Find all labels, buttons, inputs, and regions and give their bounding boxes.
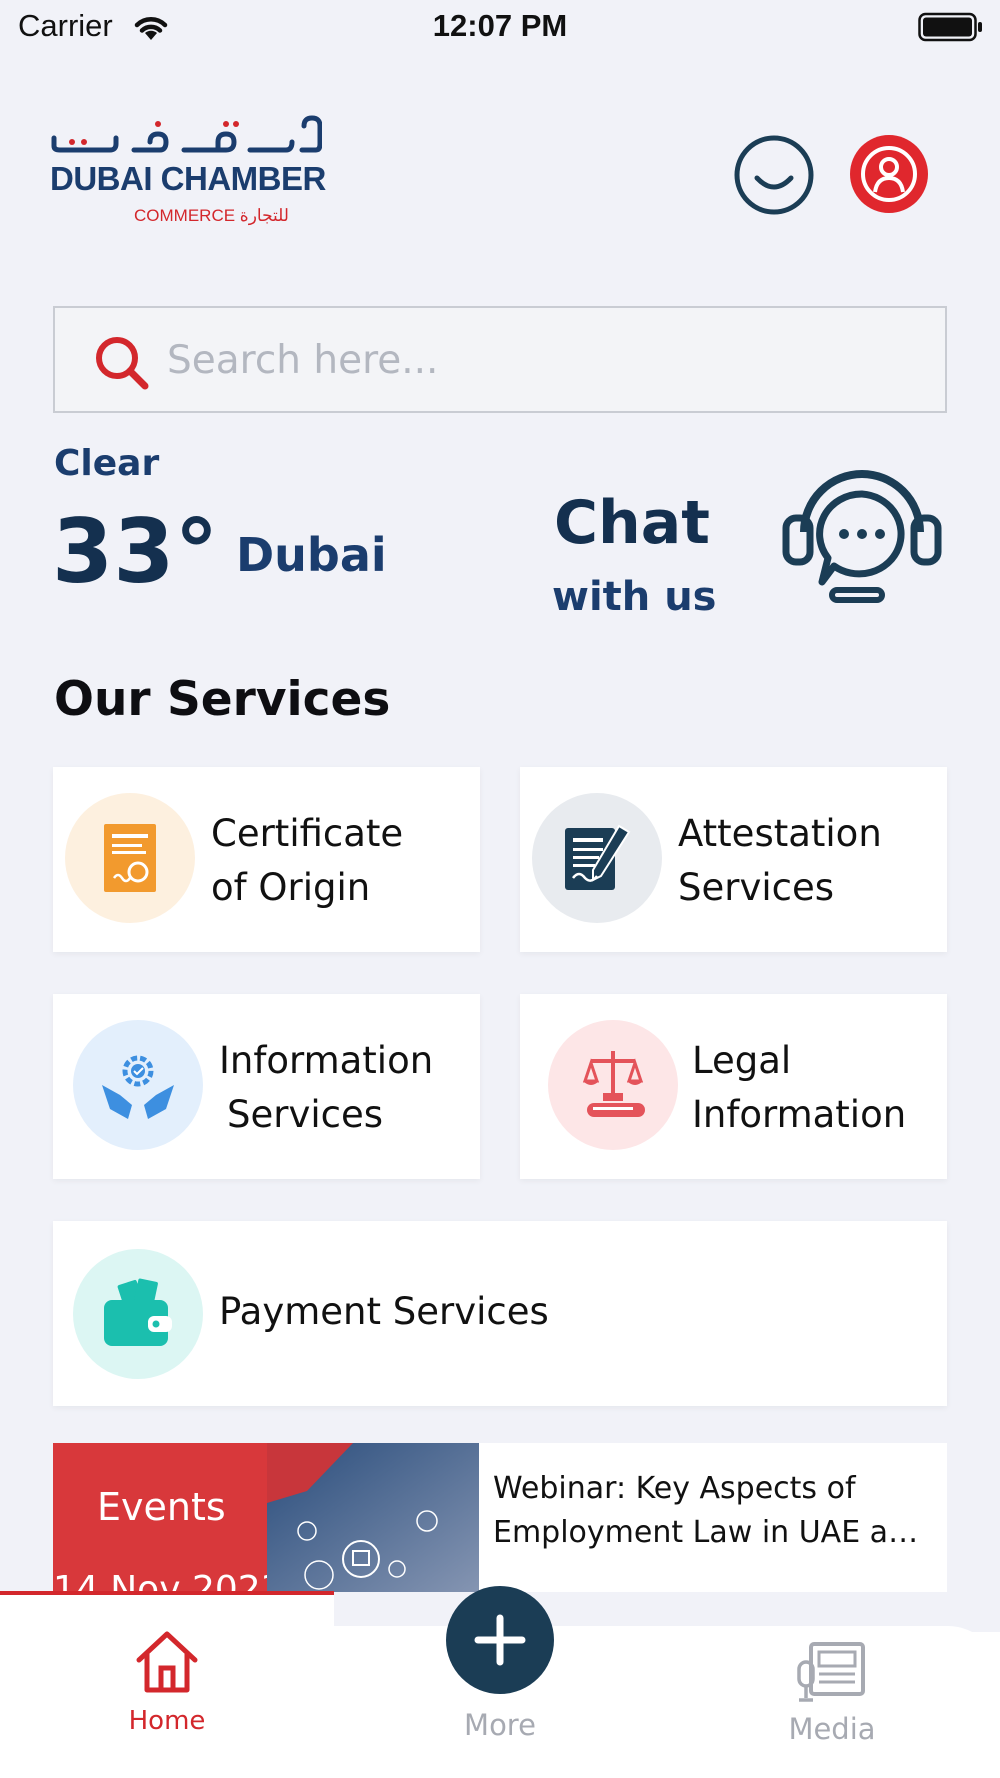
nav-home-label: Home	[128, 1706, 206, 1736]
service-card-attestation-services[interactable]: Attestation Services	[520, 767, 947, 952]
event-card[interactable]: Events 14 Nov 2023 Webinar: Key Aspects …	[53, 1443, 947, 1593]
service-label: Certificate of Origin	[211, 812, 404, 909]
certificate-icon	[104, 824, 156, 892]
weather-condition: Clear	[54, 443, 160, 484]
event-thumbnail-image	[267, 1443, 479, 1593]
more-plus-button[interactable]	[446, 1586, 554, 1694]
chat-subtitle: with us	[552, 574, 717, 620]
nav-home-tab[interactable]: Home	[92, 1626, 242, 1736]
service-label: Attestation Services	[678, 812, 882, 909]
attestation-icon	[565, 824, 631, 890]
events-tag: Events 14 Nov 2023	[53, 1443, 284, 1593]
service-label: Payment Services	[219, 1290, 549, 1333]
information-icon	[102, 1055, 174, 1119]
chat-title: Chat	[554, 488, 710, 558]
service-card-payment-services[interactable]: Payment Services	[53, 1221, 947, 1406]
app-screen: Carrier 12:07 PM DUBAI CHAMBER COMMERCE …	[0, 0, 1000, 1778]
battery-icon	[918, 12, 982, 42]
legal-icon-badge	[548, 1020, 678, 1150]
attestation-icon-badge	[532, 793, 662, 923]
event-title: Webinar: Key Aspects of Employment Law i…	[493, 1471, 933, 1550]
status-time: 12:07 PM	[432, 8, 568, 43]
search-input[interactable]	[167, 330, 907, 390]
logo-arabic-wordmark	[51, 115, 322, 153]
logo-subtitle: COMMERCE للتجارة	[134, 206, 289, 225]
dubai-chamber-logo: DUBAI CHAMBER COMMERCE للتجارة	[50, 112, 350, 232]
weather-temperature: 33°	[52, 500, 219, 603]
search-icon	[96, 337, 149, 390]
events-date: 14 Nov 2023	[53, 1569, 284, 1593]
wallet-icon-badge	[73, 1249, 203, 1379]
home-active-indicator	[0, 1591, 334, 1595]
nav-media-tab[interactable]: Media	[762, 1638, 902, 1746]
status-bar: Carrier 12:07 PM	[0, 0, 1000, 56]
logo-english-name: DUBAI CHAMBER	[50, 160, 326, 197]
profile-icon[interactable]	[849, 134, 929, 214]
feedback-smile-icon[interactable]	[733, 134, 815, 216]
service-card-information-services[interactable]: Information Services	[53, 994, 480, 1179]
events-label: Events	[97, 1485, 226, 1529]
certificate-icon-badge	[65, 793, 195, 923]
search-bar[interactable]	[53, 306, 947, 413]
home-icon	[136, 1631, 198, 1693]
nav-media-label: Media	[788, 1712, 876, 1746]
chat-with-us-button[interactable]: Chat with us	[540, 462, 960, 632]
legal-icon	[582, 1051, 645, 1117]
plus-icon	[474, 1614, 526, 1666]
service-label: Information Services	[219, 1039, 434, 1136]
support-headset-icon	[782, 470, 942, 603]
nav-more-tab[interactable]: More	[430, 1586, 570, 1742]
weather-city: Dubai	[236, 528, 387, 582]
media-newspaper-icon	[797, 1642, 865, 1702]
information-icon-badge	[73, 1020, 203, 1150]
service-label: Legal Information	[692, 1039, 907, 1136]
nav-more-label: More	[464, 1708, 536, 1742]
service-card-certificate-of-origin[interactable]: Certificate of Origin	[53, 767, 480, 952]
service-card-legal-information[interactable]: Legal Information	[520, 994, 947, 1179]
wallet-icon	[104, 1278, 172, 1346]
services-title: Our Services	[54, 672, 391, 727]
